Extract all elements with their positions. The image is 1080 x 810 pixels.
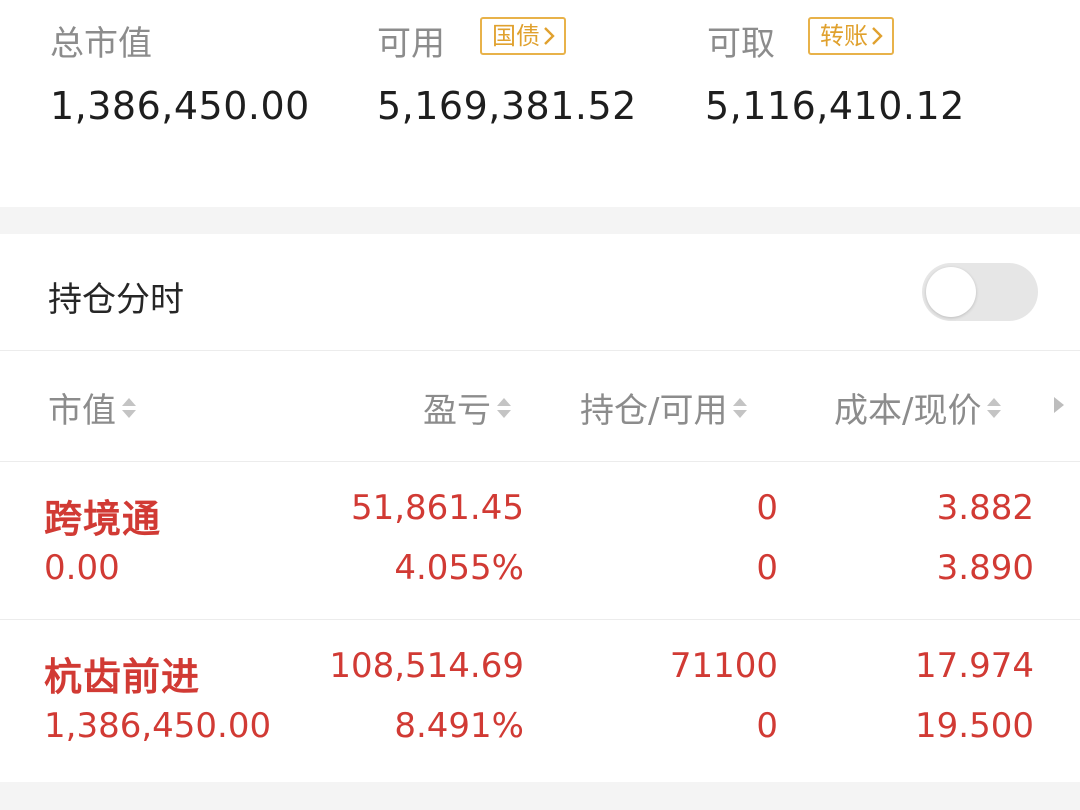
stock-market-value: 1,386,450.00 bbox=[44, 706, 272, 746]
position-timeshare-toggle[interactable] bbox=[922, 263, 1038, 321]
header-market-value-label: 市值 bbox=[48, 391, 116, 431]
position-timeshare-row: 持仓分时 bbox=[0, 234, 1080, 351]
holdings-table-header: 市值 盈亏 持仓/可用 成本/现价 bbox=[0, 351, 1080, 462]
header-position-available-label: 持仓/可用 bbox=[580, 391, 728, 431]
header-market-value[interactable]: 市值 bbox=[48, 383, 138, 432]
sort-icon bbox=[122, 397, 136, 418]
stock-cost: 3.882 bbox=[936, 488, 1034, 528]
transfer-label: 转账 bbox=[820, 22, 868, 50]
scroll-right-icon[interactable] bbox=[1050, 393, 1068, 417]
stock-market-value: 0.00 bbox=[44, 548, 120, 588]
table-row[interactable]: 杭齿前进 1,386,450.00 108,514.69 8.491% 7110… bbox=[0, 620, 1080, 782]
stock-name: 跨境通 bbox=[44, 497, 162, 541]
sort-icon bbox=[497, 397, 511, 418]
transfer-button[interactable]: 转账 bbox=[808, 17, 894, 55]
total-market-value-label: 总市值 bbox=[50, 24, 152, 64]
stock-position: 71100 bbox=[669, 646, 778, 686]
stock-price: 19.500 bbox=[915, 706, 1034, 746]
stock-available: 0 bbox=[756, 706, 778, 746]
stock-price: 3.890 bbox=[936, 548, 1034, 588]
stock-name: 杭齿前进 bbox=[44, 655, 201, 699]
total-market-value: 1,386,450.00 bbox=[50, 84, 310, 128]
treasury-bond-button[interactable]: 国债 bbox=[480, 17, 566, 55]
stock-pnl: 51,861.45 bbox=[350, 488, 524, 528]
header-cost-price-label: 成本/现价 bbox=[834, 391, 982, 431]
withdrawable-label: 可取 bbox=[707, 24, 775, 64]
withdrawable-value: 5,116,410.12 bbox=[705, 84, 965, 128]
sort-icon bbox=[733, 397, 748, 418]
table-row[interactable]: 跨境通 0.00 51,861.45 4.055% 0 0 3.882 3.89… bbox=[0, 462, 1080, 620]
stock-pnl: 108,514.69 bbox=[329, 646, 524, 686]
stock-pnl-pct: 4.055% bbox=[394, 548, 524, 588]
section-divider bbox=[0, 782, 1080, 810]
chevron-right-icon bbox=[544, 27, 555, 45]
treasury-bond-label: 国债 bbox=[492, 22, 540, 50]
stock-position: 0 bbox=[756, 488, 778, 528]
header-pnl-label: 盈亏 bbox=[423, 391, 491, 431]
header-position-available[interactable]: 持仓/可用 bbox=[580, 383, 749, 432]
stock-available: 0 bbox=[756, 548, 778, 588]
stock-cost: 17.974 bbox=[915, 646, 1034, 686]
chevron-right-icon bbox=[872, 27, 883, 45]
stock-pnl-pct: 8.491% bbox=[394, 706, 524, 746]
available-label: 可用 bbox=[377, 24, 445, 64]
header-pnl[interactable]: 盈亏 bbox=[423, 383, 513, 432]
sort-icon bbox=[987, 397, 1002, 418]
account-summary: 总市值 1,386,450.00 可用 国债 5,169,381.52 可取 转… bbox=[0, 0, 1080, 207]
section-divider bbox=[0, 207, 1080, 234]
toggle-knob bbox=[926, 267, 976, 317]
header-cost-price[interactable]: 成本/现价 bbox=[834, 383, 1003, 432]
position-timeshare-label: 持仓分时 bbox=[48, 280, 184, 320]
available-value: 5,169,381.52 bbox=[377, 84, 637, 128]
